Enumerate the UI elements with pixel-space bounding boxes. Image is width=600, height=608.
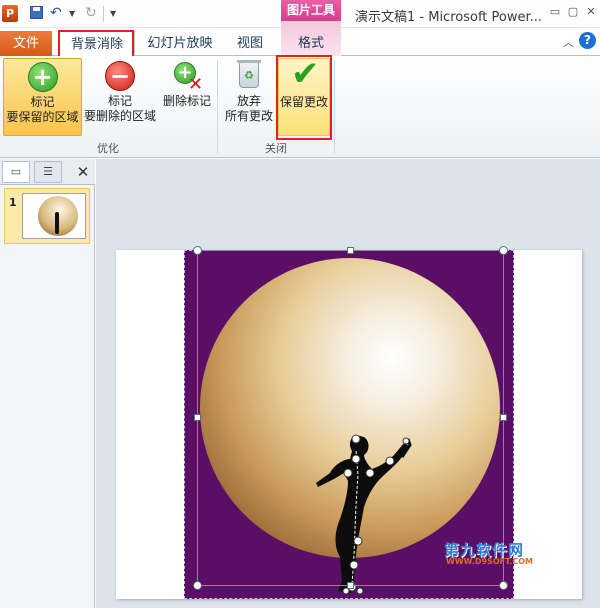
maximize-icon[interactable]: ▢ xyxy=(566,6,580,18)
group-refine: + 标记 要保留的区域 − 标记 要删除的区域 + ✕ 删除标记 优化 xyxy=(0,56,216,158)
mark-keep-label-2: 要保留的区域 xyxy=(6,110,79,124)
marquee-selection[interactable] xyxy=(197,250,504,586)
slide-thumbnail[interactable] xyxy=(22,193,86,239)
plus-icon: + xyxy=(27,62,58,92)
group-close: ♻ 放弃 所有更改 ✔ 保留更改 关闭 xyxy=(218,55,334,158)
minimize-icon[interactable]: ▭ xyxy=(548,6,562,18)
minimize-ribbon-icon[interactable]: ︿ xyxy=(563,34,574,50)
group-label-refine: 优化 xyxy=(97,142,119,155)
save-icon[interactable] xyxy=(30,6,43,19)
slides-panel: ▭ ☰ ✕ 1 xyxy=(0,159,95,608)
undo-icon[interactable]: ↶ xyxy=(50,6,62,22)
outline-tab-icon[interactable]: ☰ xyxy=(34,161,62,183)
watermark-url: WWW.D9SOFT.COM xyxy=(446,557,534,566)
resize-handle-left[interactable] xyxy=(194,414,201,421)
discard-all-changes-button[interactable]: ♻ 放弃 所有更改 xyxy=(222,58,276,136)
discard-label-2: 所有更改 xyxy=(224,109,273,123)
powerpoint-app-icon[interactable]: P xyxy=(2,5,18,22)
resize-handle-top[interactable] xyxy=(347,247,354,254)
tab-view[interactable]: 视图 xyxy=(230,31,270,56)
mark-areas-to-remove-button[interactable]: − 标记 要删除的区域 xyxy=(84,58,156,136)
close-icon[interactable]: ✕ xyxy=(584,6,598,18)
minus-icon: − xyxy=(105,61,135,91)
mark-keep-label-1: 标记 xyxy=(30,95,55,109)
window-title: 演示文稿1 - Microsoft Power... xyxy=(355,10,543,25)
group-separator-2 xyxy=(334,60,335,154)
resize-handle-bottom[interactable] xyxy=(347,582,354,589)
undo-dropdown-icon[interactable]: ▼ xyxy=(69,6,75,22)
mark-areas-to-keep-button[interactable]: + 标记 要保留的区域 xyxy=(3,58,82,136)
group-label-close: 关闭 xyxy=(265,142,287,155)
slide-number: 1 xyxy=(9,196,17,209)
redo-icon[interactable]: ↻ xyxy=(85,6,97,22)
resize-handle-top-right[interactable] xyxy=(499,246,508,255)
resize-handle-top-left[interactable] xyxy=(193,246,202,255)
thumbnail-dancer xyxy=(55,212,59,234)
ribbon: + 标记 要保留的区域 − 标记 要删除的区域 + ✕ 删除标记 优化 ♻ 放弃… xyxy=(0,55,600,158)
mark-remove-label-2: 要删除的区域 xyxy=(84,109,157,123)
slides-tab-icon[interactable]: ▭ xyxy=(2,161,30,183)
tab-file[interactable]: 文件 xyxy=(0,31,52,56)
mark-remove-label-1: 标记 xyxy=(107,94,132,108)
help-icon[interactable]: ? xyxy=(579,32,596,49)
delete-mark-button[interactable]: + ✕ 删除标记 xyxy=(160,58,214,136)
slide-editing-area xyxy=(96,159,600,608)
picture-tools-group-label: 图片工具 xyxy=(281,0,341,21)
resize-handle-bottom-left[interactable] xyxy=(193,581,202,590)
tab-format[interactable]: 格式 xyxy=(281,31,341,56)
qat-separator xyxy=(103,6,104,22)
highlight-box-keep-changes xyxy=(276,55,332,140)
ribbon-tabs: 文件 背景消除 幻灯片放映 视图 格式 ︿ ? xyxy=(0,21,600,58)
delete-mark-label: 删除标记 xyxy=(162,94,211,108)
close-panel-icon[interactable]: ✕ xyxy=(74,161,92,183)
tab-slideshow[interactable]: 幻灯片放映 xyxy=(145,31,215,56)
highlight-box-tab xyxy=(58,30,134,58)
resize-handle-bottom-right[interactable] xyxy=(499,581,508,590)
delete-x-icon: ✕ xyxy=(188,74,204,95)
panel-tabs: ▭ ☰ ✕ xyxy=(0,159,95,185)
recycle-bin-icon: ♻ xyxy=(237,60,261,88)
resize-handle-right[interactable] xyxy=(500,414,507,421)
customize-qat-icon[interactable]: ▼ xyxy=(110,6,116,22)
discard-label-1: 放弃 xyxy=(236,94,261,108)
